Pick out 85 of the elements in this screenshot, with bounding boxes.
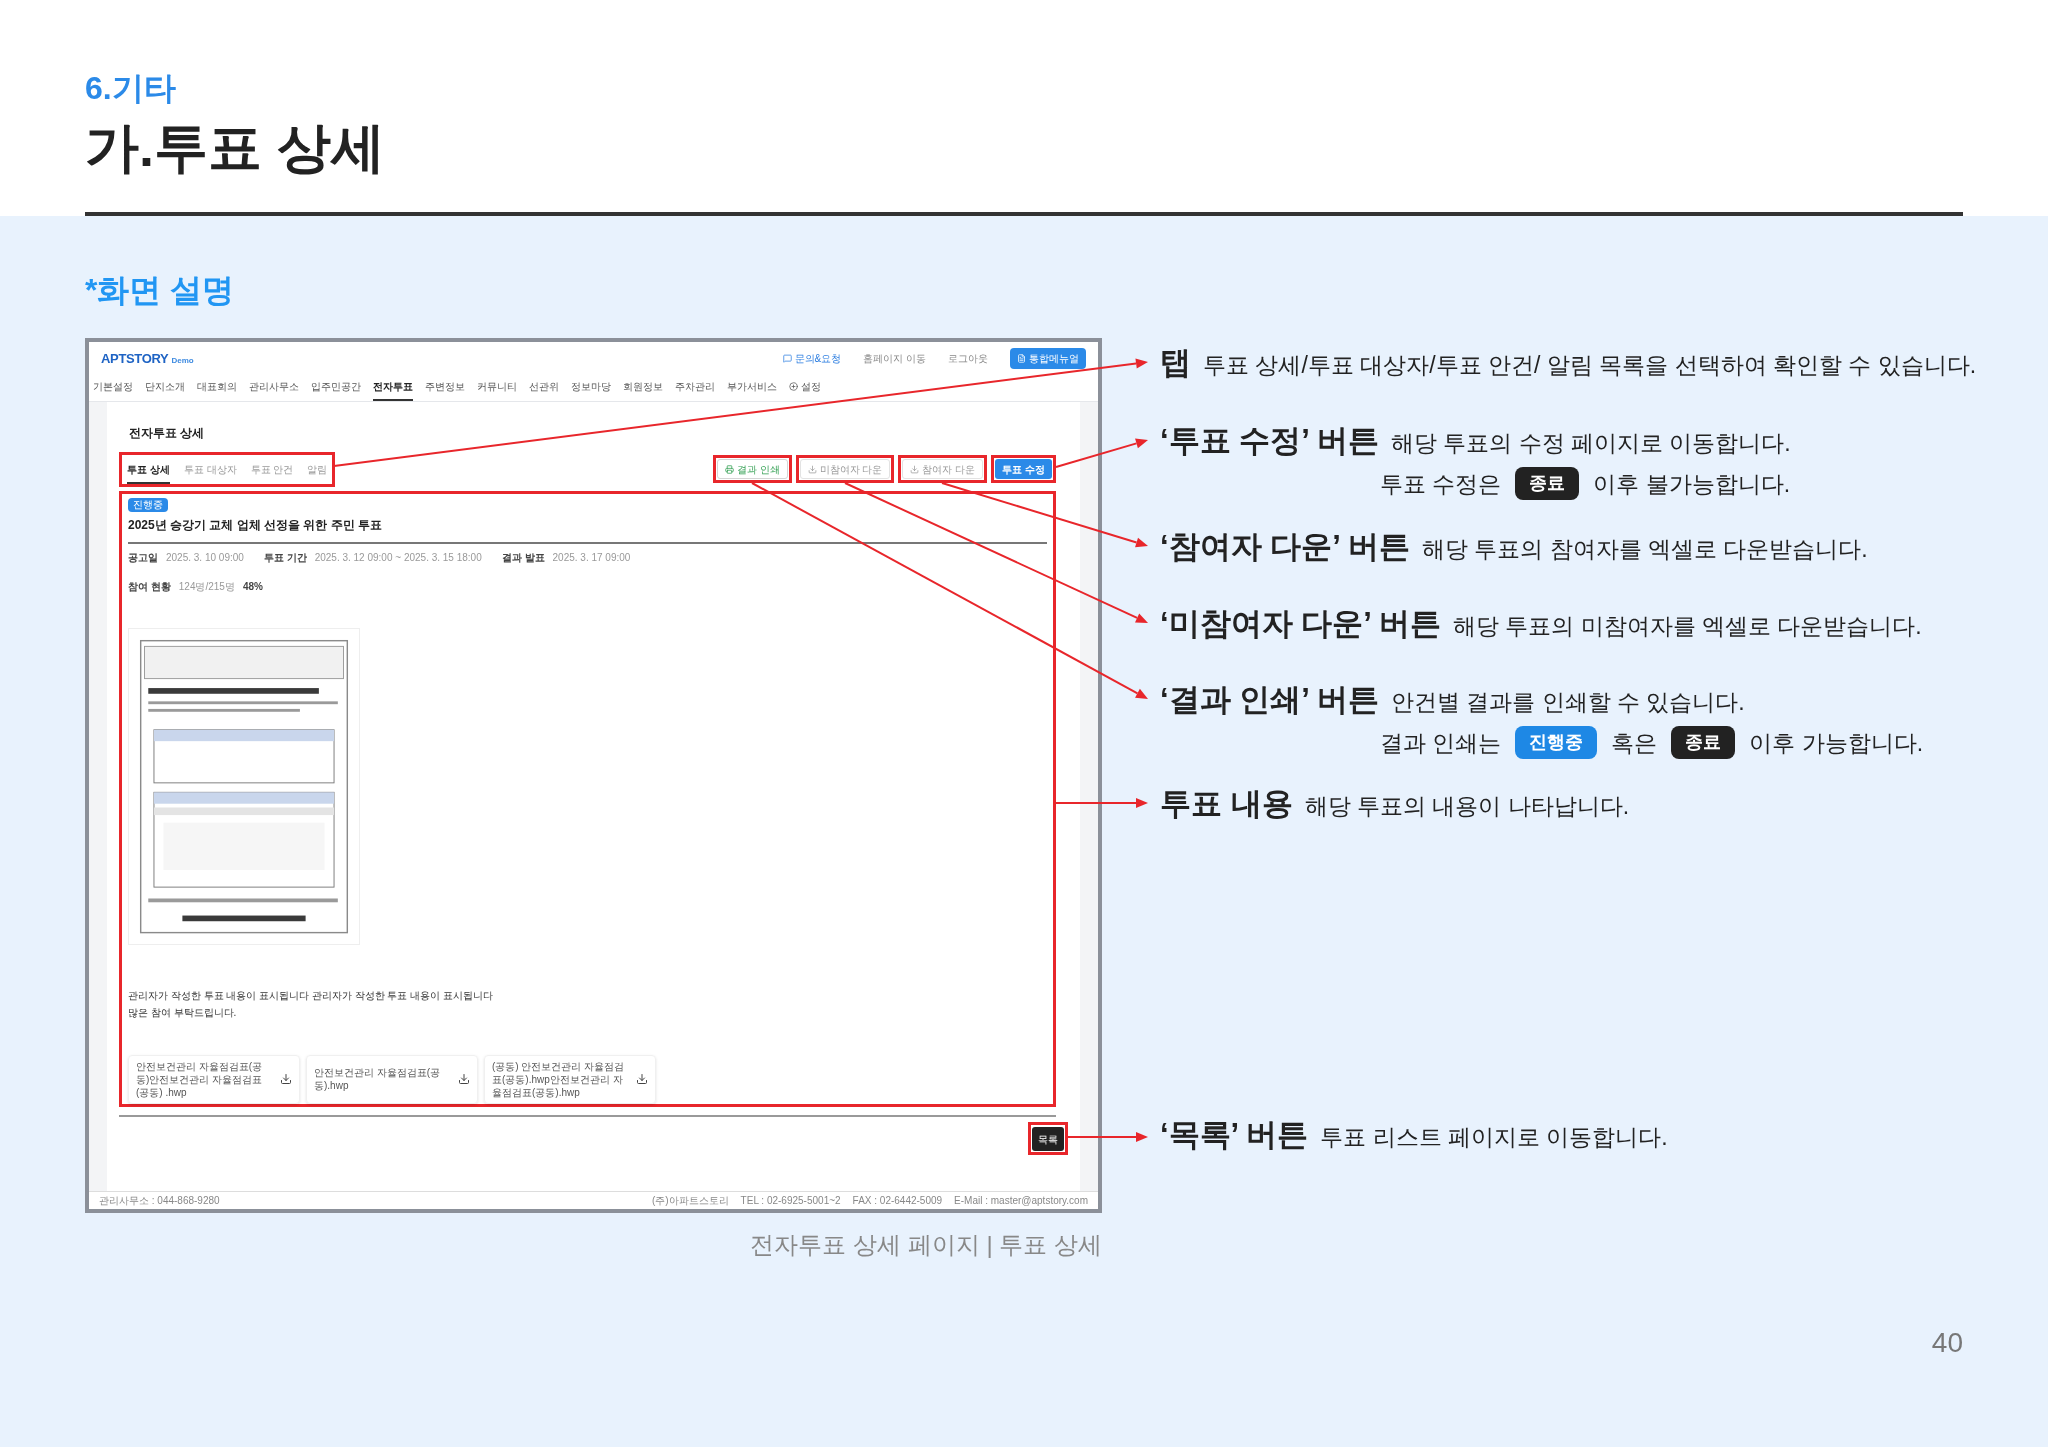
participation-percent: 48% bbox=[242, 579, 263, 594]
annotation-note: 혹은 bbox=[1611, 728, 1658, 758]
nav-item[interactable]: 단지소개 bbox=[145, 378, 185, 401]
nav-item[interactable]: 설정 bbox=[789, 378, 821, 401]
nav-item[interactable]: 정보마당 bbox=[571, 378, 611, 401]
annotation-title: 탭 bbox=[1160, 344, 1191, 382]
nav-item[interactable]: 전자투표 bbox=[373, 378, 413, 401]
file-card[interactable]: 안전보건관리 자율점검표(공동)안전보건관리 자율점검표(공동) .hwp bbox=[128, 1054, 300, 1104]
nav-item[interactable]: 주차관리 bbox=[675, 378, 715, 401]
annotation-note: 결과 인쇄는 bbox=[1380, 728, 1502, 758]
file-name: 안전보건관리 자율점검표(공동)안전보건관리 자율점검표(공동) .hwp bbox=[136, 1059, 264, 1099]
printer-icon bbox=[724, 464, 734, 474]
annotation-note: 이후 가능합니다. bbox=[1749, 728, 1924, 758]
page-title: 가.투표 상세 bbox=[85, 116, 386, 179]
section-label: 6.기타 bbox=[85, 69, 177, 108]
status-badge: 종료 bbox=[1671, 726, 1736, 760]
annotation-note: 투표 수정은 bbox=[1380, 469, 1502, 499]
annotation-title: ‘참여자 다운’ 버튼 bbox=[1160, 528, 1410, 566]
annotation-title: 투표 내용 bbox=[1160, 785, 1293, 823]
footer-info: FAX : 02-6442-5009 bbox=[852, 1193, 943, 1208]
footer-info: (주)아파트스토리 bbox=[651, 1193, 729, 1208]
status-badge: 종료 bbox=[1515, 467, 1580, 501]
meta-value: 124명/215명 bbox=[178, 579, 235, 594]
nav-item[interactable]: 부가서비스 bbox=[727, 378, 777, 401]
status-badge: 진행중 bbox=[1515, 726, 1598, 760]
file-name: (공동) 안전보건관리 자율점검표(공동).hwp안전보건관리 자율점검표(공동).hwp bbox=[492, 1059, 626, 1099]
meta-value: 2025. 3. 17 09:00 bbox=[552, 550, 631, 565]
annotation-text: 해당 투표의 수정 페이지로 이동합니다. bbox=[1390, 429, 1791, 458]
footer-phone: 관리사무소 : 044-868-9280 bbox=[99, 1193, 220, 1208]
tab[interactable]: 투표 상세 bbox=[127, 461, 170, 484]
nav-item[interactable]: 관리사무소 bbox=[249, 378, 299, 401]
file-card[interactable]: 안전보건관리 자율점검표(공동).hwp bbox=[306, 1054, 478, 1104]
action-button[interactable]: 투표 수정 bbox=[995, 459, 1052, 479]
annotation-text: 투표 리스트 페이지로 이동합니다. bbox=[1320, 1123, 1668, 1152]
nav-item[interactable]: 커뮤니티 bbox=[477, 378, 517, 401]
vote-description: 관리자가 작성한 투표 내용이 표시됩니다 관리자가 작성한 투표 내용이 표시됩니다 bbox=[128, 988, 494, 1003]
footer-info: E-Mail : master@aptstory.com bbox=[954, 1193, 1088, 1208]
logo-tag: Demo bbox=[171, 354, 194, 367]
download-icon[interactable] bbox=[458, 1073, 470, 1086]
meta-label: 결과 발표 bbox=[501, 550, 545, 565]
footer-info: TEL : 02-6925-5001~2 bbox=[740, 1193, 841, 1208]
page-number: 40 bbox=[1931, 1326, 1963, 1360]
meta-label: 투표 기간 bbox=[263, 550, 307, 565]
nav-item[interactable]: 주변정보 bbox=[425, 378, 465, 401]
caption: 전자투표 상세 페이지 | 투표 상세 bbox=[750, 1229, 1102, 1260]
meta-label: 참여 현황 bbox=[128, 579, 171, 594]
nav-item[interactable]: 기본설정 bbox=[93, 378, 133, 401]
annotation-text: 해당 투표의 참여자를 엑셀로 다운받습니다. bbox=[1421, 535, 1868, 564]
annotation-title: ‘미참여자 다운’ 버튼 bbox=[1160, 605, 1441, 643]
annotation-text: 해당 투표의 미참여자를 엑셀로 다운받습니다. bbox=[1452, 612, 1922, 641]
file-name: 안전보건관리 자율점검표(공동).hwp bbox=[314, 1066, 442, 1093]
action-button[interactable]: 결과 인쇄 bbox=[716, 459, 788, 479]
file-card[interactable]: (공동) 안전보건관리 자율점검표(공동).hwp안전보건관리 자율점검표(공동).hwp bbox=[484, 1054, 656, 1104]
meta-value: 2025. 3. 12 09:00 ~ 2025. 3. 15 18:00 bbox=[314, 550, 482, 565]
section-subtitle: *화면 설명 bbox=[85, 270, 236, 310]
annotation-text: 해당 투표의 내용이 나타납니다. bbox=[1304, 792, 1630, 821]
header-link[interactable]: 홈페이지 이동 bbox=[863, 351, 926, 366]
annotation-note: 이후 불가능합니다. bbox=[1593, 469, 1791, 499]
annotation-title: ‘결과 인쇄’ 버튼 bbox=[1160, 681, 1379, 719]
status-badge: 진행중 bbox=[128, 497, 168, 512]
nav-item[interactable]: 입주민공간 bbox=[311, 378, 361, 401]
header-link[interactable]: 로그아웃 bbox=[948, 351, 988, 366]
meta-label: 공고일 bbox=[128, 550, 158, 565]
list-button[interactable]: 목록 bbox=[1032, 1127, 1064, 1151]
download-icon bbox=[910, 464, 920, 474]
nav-item[interactable]: 대표회의 bbox=[197, 378, 237, 401]
annotation-text: 안건별 결과를 인쇄할 수 있습니다. bbox=[1390, 688, 1745, 717]
logo[interactable]: APTSTORY bbox=[101, 348, 169, 369]
download-icon[interactable] bbox=[280, 1073, 292, 1086]
annotation-text: 투표 상세/투표 대상자/투표 안건/ 알림 목록을 선택하여 확인할 수 있습니다. bbox=[1203, 351, 1977, 380]
download-icon bbox=[807, 464, 817, 474]
document-icon bbox=[1017, 354, 1026, 363]
vote-title: 2025년 승강기 교체 업체 선정을 위한 주민 투표 bbox=[128, 515, 1047, 544]
vote-description: 많은 참여 부탁드립니다. bbox=[128, 1005, 238, 1020]
settings-icon bbox=[789, 381, 798, 391]
nav-item[interactable]: 선관위 bbox=[529, 378, 559, 401]
annotation-title: ‘투표 수정’ 버튼 bbox=[1160, 422, 1379, 460]
download-icon[interactable] bbox=[636, 1073, 648, 1086]
chat-icon bbox=[782, 354, 792, 363]
manual-button[interactable]: 통합메뉴얼 bbox=[1010, 348, 1086, 369]
annotation-title: ‘목록’ 버튼 bbox=[1160, 1116, 1309, 1154]
content-title: 전자투표 상세 bbox=[128, 424, 206, 442]
nav-item[interactable]: 회원정보 bbox=[623, 378, 663, 401]
meta-value: 2025. 3. 10 09:00 bbox=[166, 550, 244, 565]
header-link[interactable]: 문의&요청 bbox=[782, 351, 842, 366]
